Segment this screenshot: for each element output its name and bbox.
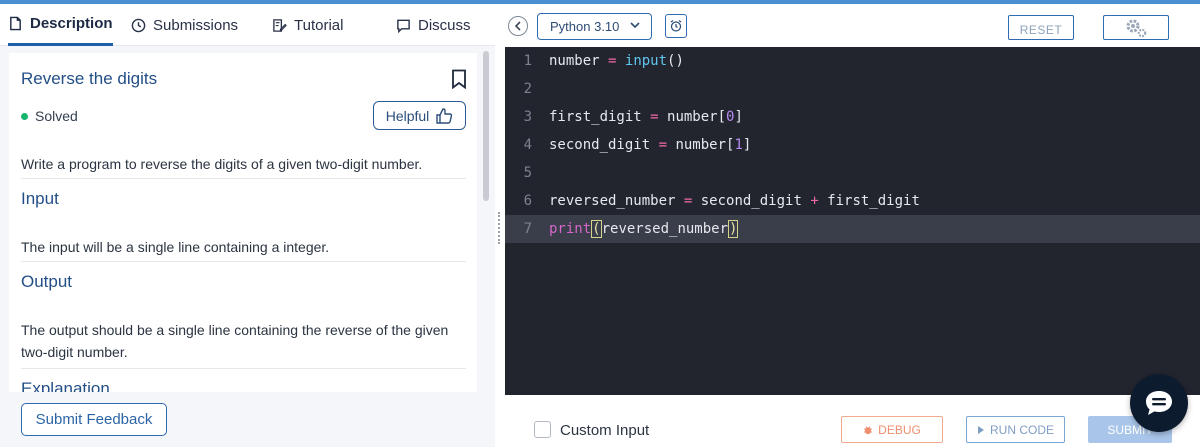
tab-submissions-label: Submissions [153,16,239,34]
chat-bubble-icon [397,19,410,33]
code-text: print(reversed_number) [549,220,739,238]
language-label: Python 3.10 [550,19,620,34]
tab-discuss[interactable]: Discuss [396,4,471,46]
collapse-button[interactable] [508,16,528,36]
scrollbar[interactable] [483,51,489,201]
line-number: 5 [523,165,532,181]
bug-icon [864,425,873,434]
line-number: 6 [523,193,532,209]
output-heading: Output [21,272,73,291]
chat-icon [1146,391,1172,415]
question-title: Reverse the digits [21,69,158,88]
input-text: The input will be a single line containi… [21,239,330,255]
question-description: Write a program to reverse the digits of… [21,156,423,172]
chat-support-button[interactable] [1130,374,1188,432]
clock-icon [131,18,146,32]
pane-splitter[interactable] [495,4,505,447]
problem-pane: Description Submissions Tutorial Discuss… [0,4,495,447]
tab-submissions[interactable]: Submissions [131,4,238,46]
tab-description-label: Description [30,15,113,32]
editor-toolbar: Python 3.10 RESET [505,4,1200,47]
bookmark-icon[interactable] [450,69,468,89]
code-line: 5 [505,159,1200,187]
reset-button[interactable]: RESET [1008,15,1074,40]
alarm-clock-icon [670,20,682,32]
code-text: second_digit = number[1] [549,137,752,153]
code-line: 3 first_digit = number[0] [505,103,1200,131]
status-label: Solved [35,108,78,124]
line-number: 7 [523,221,532,237]
code-line-current: 7 print(reversed_number) [505,215,1200,243]
line-number: 2 [523,81,532,97]
timer-button[interactable] [665,14,687,38]
tab-description[interactable]: Description [8,4,113,46]
edit-doc-icon [273,18,287,32]
debug-button[interactable]: DEBUG [841,416,943,443]
code-editor[interactable]: 1 number = input() 2 3 first_digit = num… [505,47,1200,395]
tab-tutorial-label: Tutorial [294,16,344,34]
problem-card: Reverse the digits Solved Helpful Write … [9,53,477,392]
output-text-line-2: two-digit number. [21,344,128,360]
thumbs-up-icon [436,107,453,124]
tab-discuss-label: Discuss [418,16,471,34]
solved-dot-icon [21,112,28,120]
helpful-label: Helpful [385,107,430,124]
custom-input-label: Custom Input [560,422,650,439]
language-select[interactable]: Python 3.10 [537,13,652,40]
code-line: 6 reversed_number = second_digit + first… [505,187,1200,215]
divider [21,261,466,262]
code-text: number = input() [549,53,684,69]
divider [21,178,466,179]
document-icon [10,16,21,31]
output-text-line-1: The output should be a single line conta… [21,322,449,338]
play-icon [977,425,984,434]
gears-icon [1126,19,1147,37]
explanation-heading: Explanation [21,379,110,392]
submit-feedback-button[interactable]: Submit Feedback [21,403,167,436]
chevron-down-icon [630,22,640,29]
settings-button[interactable] [1103,15,1169,40]
code-text: reversed_number = second_digit + first_d… [549,193,920,209]
code-line: 2 [505,75,1200,103]
chevron-left-icon [514,21,521,31]
drag-handle-icon[interactable] [498,212,501,244]
divider [21,368,466,369]
code-line: 1 number = input() [505,47,1200,75]
code-line: 4 second_digit = number[1] [505,131,1200,159]
run-code-button[interactable]: RUN CODE [966,416,1065,443]
problem-content: Reverse the digits Solved Helpful Write … [0,46,495,392]
status-badge: Solved [21,108,78,124]
custom-input-checkbox[interactable] [534,421,551,438]
problem-tabs: Description Submissions Tutorial Discuss [0,4,495,46]
line-number: 1 [523,53,532,69]
line-number: 3 [523,109,532,125]
input-heading: Input [21,189,59,208]
debug-label: DEBUG [878,422,921,437]
editor-footer: Custom Input DEBUG RUN CODE SUBMIT [505,395,1200,447]
run-code-label: RUN CODE [989,422,1054,437]
helpful-button[interactable]: Helpful [373,101,466,130]
tab-tutorial[interactable]: Tutorial [272,4,343,46]
line-number: 4 [523,137,532,153]
code-text: first_digit = number[0] [549,109,743,125]
